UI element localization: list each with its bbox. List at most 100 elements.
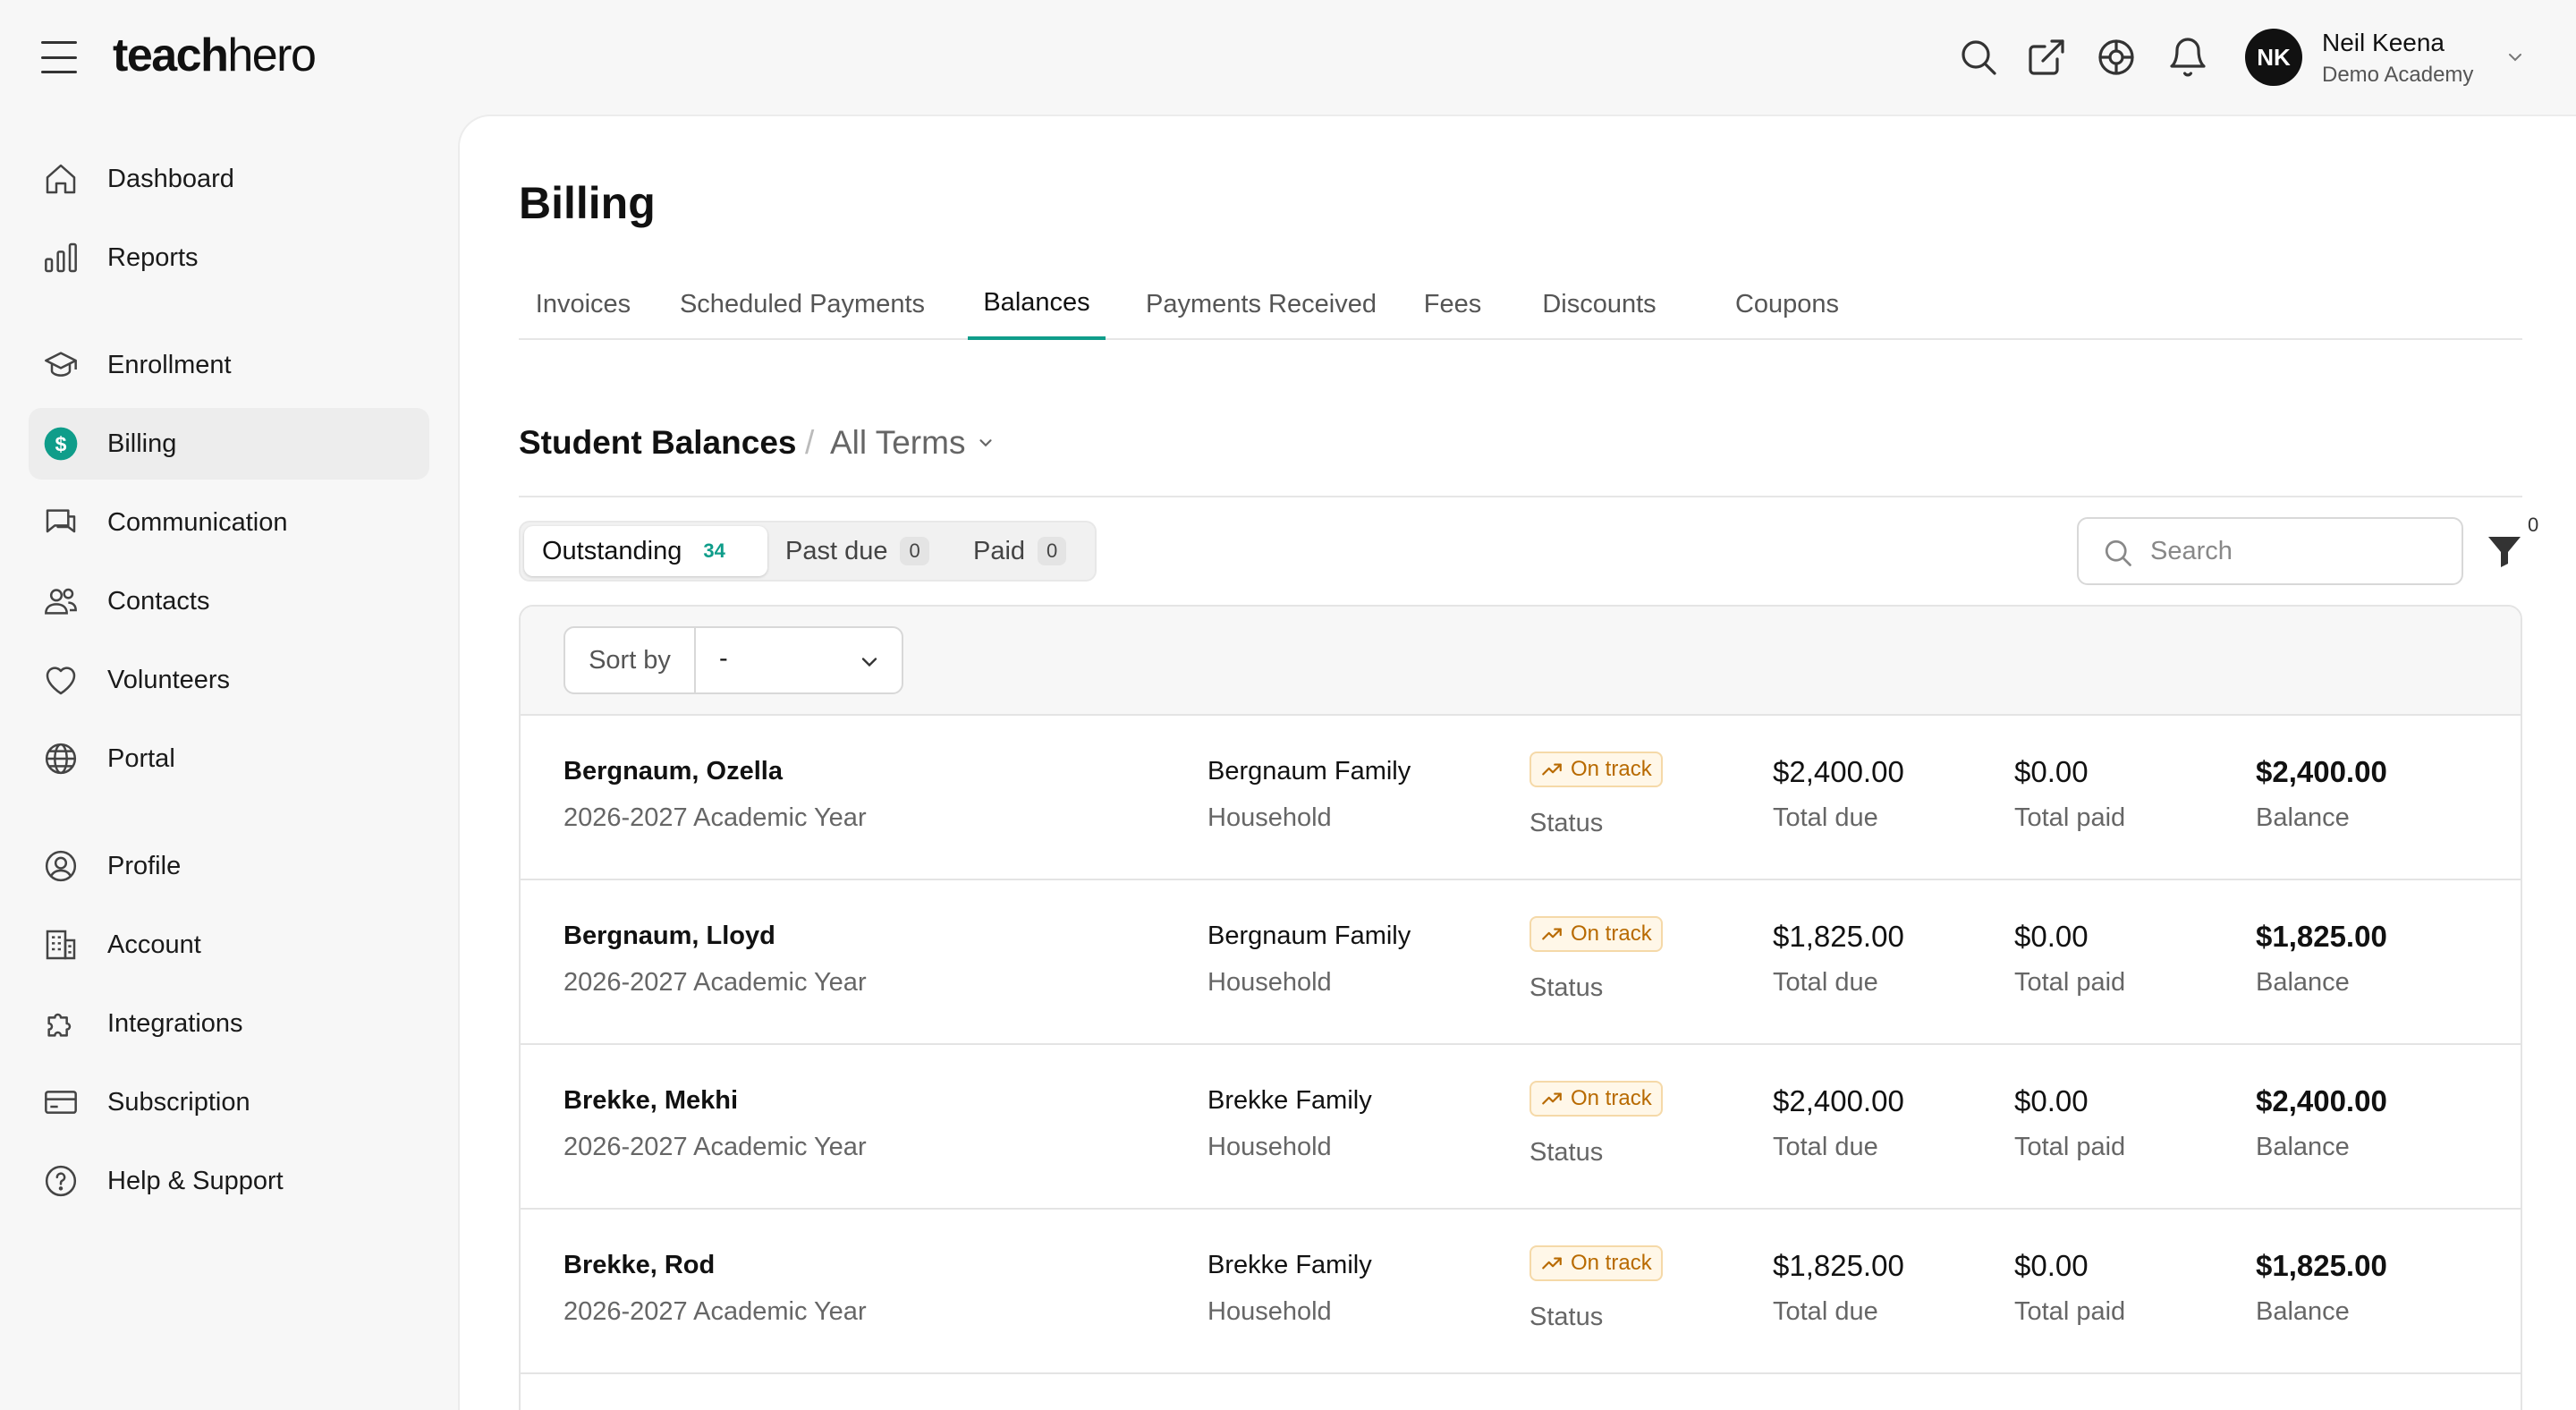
chevron-down-icon[interactable] [857, 650, 882, 675]
terms-filter-dropdown[interactable]: All Terms [830, 424, 996, 462]
balances-table: Sort by - Bergnaum, Ozella 2026-2027 Aca… [519, 605, 2522, 1410]
sidebar-item-label: Enrollment [107, 350, 232, 379]
table-row[interactable]: Brekke, Rod 2026-2027 Academic Year Brek… [521, 1210, 2521, 1374]
tab-coupons[interactable]: Coupons [1705, 268, 1869, 340]
chevron-down-icon [979, 439, 993, 447]
puzzle-icon [47, 1013, 72, 1037]
main-panel: Billing Invoices Scheduled Payments Bala… [458, 115, 2576, 1410]
sidebar-item-reports[interactable]: Reports [29, 222, 429, 293]
logo-light: hero [227, 30, 317, 81]
search-icon [2105, 539, 2131, 566]
total-due-value: $2,400.00 [1773, 755, 1904, 788]
bell-icon[interactable] [2166, 36, 2209, 79]
segment-label: Outstanding [542, 536, 682, 565]
sidebar-item-integrations[interactable]: Integrations [29, 988, 429, 1059]
balance-label: Balance [2256, 1297, 2350, 1326]
balance-label: Balance [2256, 803, 2350, 832]
chat-icon [46, 509, 76, 533]
search-icon[interactable] [1957, 36, 2000, 79]
household-label: Household [1208, 1133, 1332, 1161]
sidebar-item-label: Dashboard [107, 164, 234, 193]
sidebar-item-communication[interactable]: Communication [29, 487, 429, 558]
sort-label: Sort by [565, 628, 696, 692]
student-name[interactable]: Brekke, Mekhi [564, 1086, 738, 1116]
trending-up-icon [1542, 763, 1562, 776]
sidebar-item-contacts[interactable]: Contacts [29, 565, 429, 637]
sidebar-item-dashboard[interactable]: Dashboard [29, 143, 429, 215]
menu-icon[interactable] [41, 41, 77, 73]
sidebar-item-enrollment[interactable]: Enrollment [29, 329, 429, 401]
balance-value: $1,825.00 [2256, 920, 2387, 953]
segment-count: 34 [703, 539, 725, 562]
segment-past-due[interactable]: Past due 0 [767, 526, 955, 576]
tab-invoices[interactable]: Invoices [519, 268, 648, 340]
segment-outstanding[interactable]: Outstanding 34 [524, 526, 767, 576]
sidebar-item-subscription[interactable]: Subscription [29, 1066, 429, 1138]
sidebar-item-volunteers[interactable]: Volunteers [29, 644, 429, 716]
globe-icon [45, 743, 77, 775]
total-paid-label: Total paid [2014, 1297, 2126, 1326]
total-due-value: $1,825.00 [1773, 920, 1904, 953]
trending-up-icon [1542, 1092, 1562, 1105]
table-row[interactable]: Bergnaum, Lloyd 2026-2027 Academic Year … [521, 880, 2521, 1045]
sidebar-item-label: Contacts [107, 586, 210, 616]
search-input[interactable] [2150, 531, 2445, 571]
dollar-icon: $ [44, 427, 78, 461]
segment-count: 0 [900, 537, 929, 565]
student-name[interactable]: Bergnaum, Lloyd [564, 922, 775, 951]
tab-discounts[interactable]: Discounts [1515, 268, 1683, 340]
tab-balances[interactable]: Balances [968, 268, 1106, 340]
status-text: On track [1571, 757, 1652, 781]
total-paid-value: $0.00 [2014, 920, 2089, 953]
segment-paid[interactable]: Paid 0 [955, 526, 1091, 576]
support-icon[interactable] [2095, 36, 2138, 79]
terms-filter-value: All Terms [830, 424, 966, 461]
sidebar-item-label: Integrations [107, 1008, 243, 1038]
student-name[interactable]: Brekke, Rod [564, 1251, 715, 1280]
sidebar-item-label: Profile [107, 851, 182, 880]
sidebar-item-label: Account [107, 930, 201, 959]
balance-status-filter: Outstanding 34 Past due 0 Paid 0 [519, 521, 1097, 582]
sort-value[interactable]: - [719, 644, 728, 674]
home-icon [46, 164, 76, 194]
total-due-label: Total due [1773, 803, 1878, 832]
tab-payments-received[interactable]: Payments Received [1134, 268, 1388, 340]
avatar[interactable]: NK [2245, 29, 2302, 86]
tab-fees[interactable]: Fees [1413, 268, 1492, 340]
sidebar-item-account[interactable]: Account [29, 909, 429, 981]
status-label: Status [1530, 809, 1604, 837]
sort-dropdown[interactable]: Sort by - [564, 626, 903, 694]
status-label: Status [1530, 1138, 1604, 1167]
users-icon [45, 588, 77, 615]
status-badge: On track [1530, 916, 1663, 952]
segment-count: 0 [1038, 537, 1067, 565]
status-text: On track [1571, 922, 1652, 946]
tab-scheduled-payments[interactable]: Scheduled Payments [667, 268, 937, 340]
status-badge: On track [1530, 1081, 1663, 1117]
student-term: 2026-2027 Academic Year [564, 803, 867, 832]
sidebar-item-portal[interactable]: Portal [29, 723, 429, 794]
external-link-icon[interactable] [2025, 36, 2068, 79]
household-name[interactable]: Brekke Family [1208, 1251, 1372, 1280]
balance-value: $2,400.00 [2256, 1084, 2387, 1117]
household-name[interactable]: Bergnaum Family [1208, 922, 1411, 951]
filter-icon[interactable] [2483, 530, 2526, 573]
student-term: 2026-2027 Academic Year [564, 1133, 867, 1161]
chevron-down-icon[interactable] [2504, 47, 2526, 68]
household-name[interactable]: Brekke Family [1208, 1086, 1372, 1116]
filter-count-badge: 0 [2528, 514, 2539, 536]
household-name[interactable]: Bergnaum Family [1208, 757, 1411, 786]
sidebar-item-label: Volunteers [107, 665, 231, 694]
sidebar-item-profile[interactable]: Profile [29, 830, 429, 902]
user-name[interactable]: Neil Keena [2322, 29, 2445, 57]
table-row[interactable]: Bergnaum, Ozella 2026-2027 Academic Year… [521, 716, 2521, 880]
status-label: Status [1530, 1303, 1604, 1331]
sidebar-item-help-support[interactable]: Help & Support [29, 1145, 429, 1217]
sidebar-item-label: Reports [107, 242, 199, 272]
table-row[interactable]: Brekke, Mekhi 2026-2027 Academic Year Br… [521, 1045, 2521, 1210]
app-logo[interactable]: teachhero [113, 29, 317, 82]
sidebar-item-billing[interactable]: $ Billing [29, 408, 429, 480]
breadcrumb-separator: / [805, 424, 815, 461]
student-name[interactable]: Bergnaum, Ozella [564, 757, 783, 786]
user-circle-icon [45, 850, 77, 882]
